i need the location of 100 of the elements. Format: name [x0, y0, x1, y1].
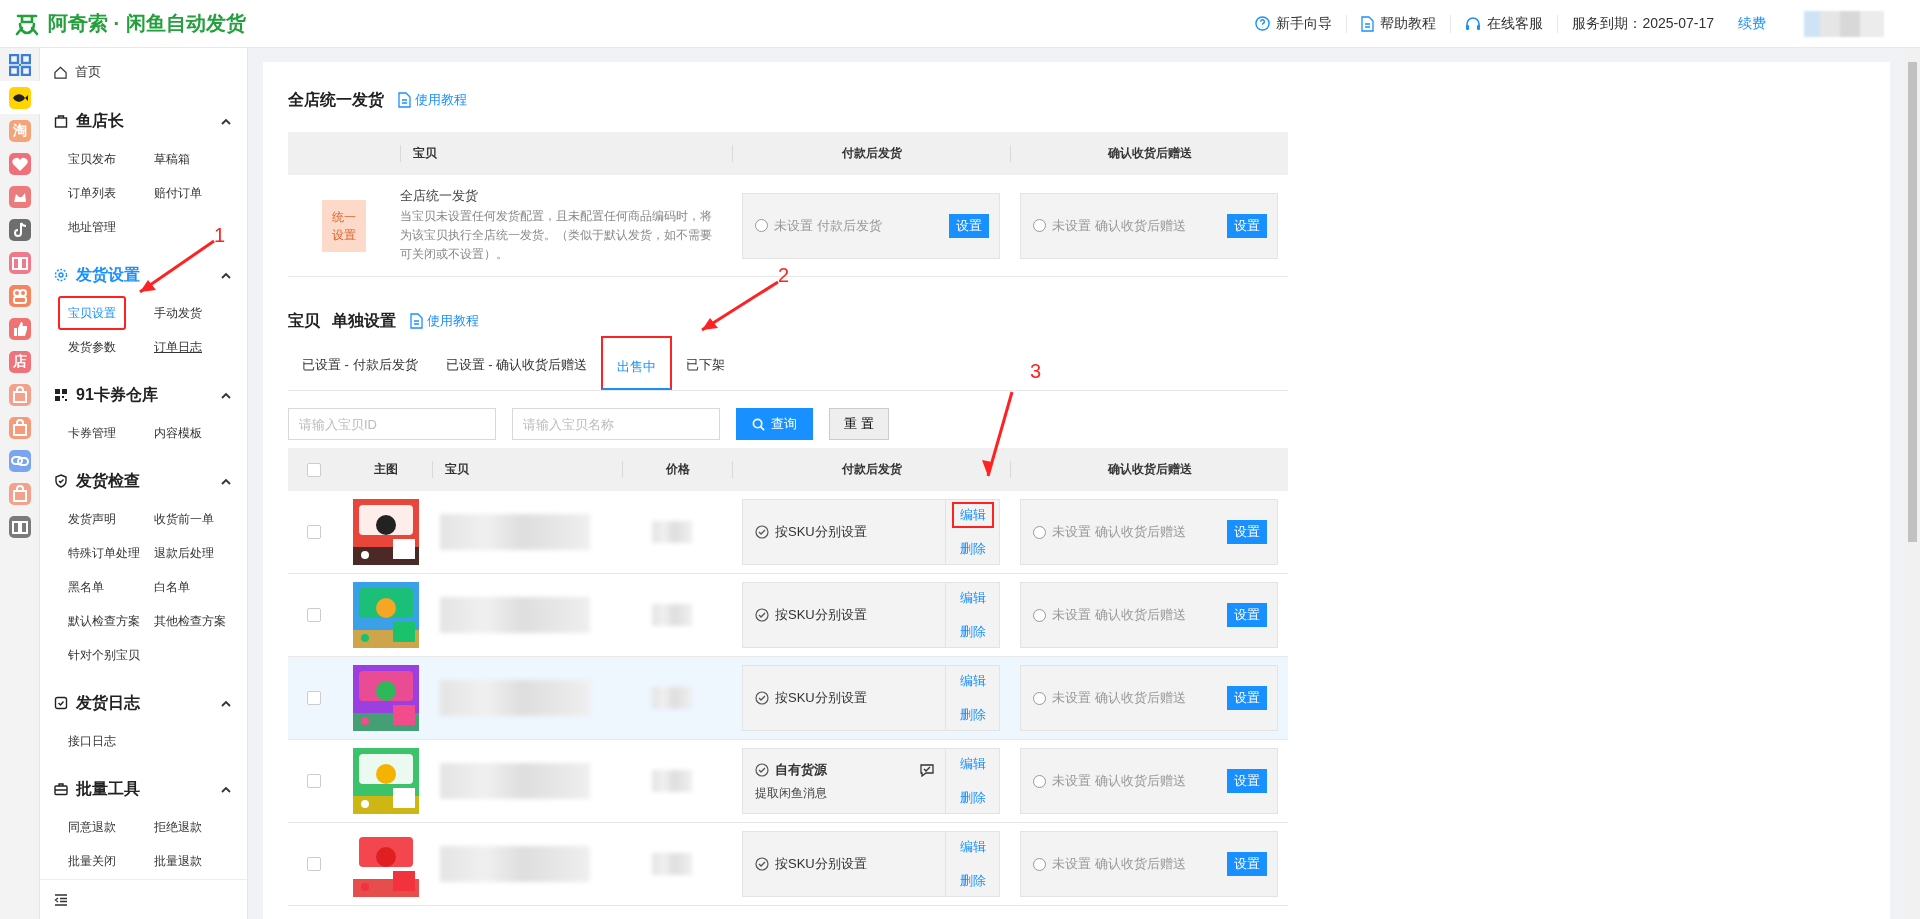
- menu-item[interactable]: 特殊订单处理: [68, 536, 140, 570]
- section-title[interactable]: 91卡券仓库: [76, 384, 213, 406]
- section-title[interactable]: 鱼店长: [76, 110, 213, 132]
- setting-status: 未设置 付款后发货: [774, 216, 882, 235]
- select-all-checkbox[interactable]: [307, 462, 321, 477]
- row-checkbox[interactable]: [307, 691, 321, 705]
- tab[interactable]: 已下架: [672, 336, 740, 390]
- menu-item[interactable]: 其他检查方案: [154, 604, 226, 638]
- menu-item[interactable]: 草稿箱: [154, 142, 190, 176]
- menu-item[interactable]: 白名单: [154, 570, 190, 604]
- column-header: 确认收货后赠送: [1010, 461, 1288, 478]
- radio-button[interactable]: [1033, 608, 1046, 622]
- collapse-chevron-icon[interactable]: [221, 785, 231, 793]
- reset-button[interactable]: 重 置: [829, 408, 889, 440]
- column-header: 价格: [622, 461, 732, 478]
- radio-button[interactable]: [1033, 691, 1046, 705]
- blurred-text: [652, 687, 692, 709]
- column-header: 付款后发货: [732, 145, 1010, 162]
- thumb-app-icon[interactable]: [8, 317, 31, 340]
- menu-item[interactable]: 发货参数: [68, 330, 116, 364]
- bag-app-icon[interactable]: [8, 416, 31, 439]
- collapse-menu-icon[interactable]: [54, 893, 68, 906]
- delivery-status: 按SKU分别设置: [775, 855, 867, 873]
- grid-icon: [54, 388, 68, 402]
- menu-item[interactable]: 针对个别宝贝: [68, 638, 140, 672]
- settings-icon: [54, 268, 68, 282]
- menu-item[interactable]: 批量退款: [154, 844, 202, 878]
- menu-item[interactable]: 退款后处理: [154, 536, 214, 570]
- setting-status: 未设置 确认收货后赠送: [1052, 855, 1186, 873]
- log-icon: [54, 696, 68, 710]
- blurred-text: [652, 853, 692, 875]
- collapse-chevron-icon[interactable]: [221, 391, 231, 399]
- bag-app-icon[interactable]: [8, 383, 31, 406]
- check-circle-icon: [755, 525, 769, 539]
- menu-item[interactable]: 卡券管理: [68, 416, 116, 450]
- bag-app-icon[interactable]: [8, 482, 31, 505]
- check-circle-icon: [755, 691, 769, 705]
- item-id-field[interactable]: 请输入宝贝ID: [288, 408, 496, 440]
- setting-status: 未设置 确认收货后赠送: [1052, 772, 1186, 790]
- menu-item[interactable]: 内容模板: [154, 416, 202, 450]
- delivery-status: 按SKU分别设置: [775, 523, 867, 541]
- collapse-chevron-icon[interactable]: [221, 477, 231, 485]
- row-checkbox[interactable]: [307, 774, 321, 788]
- grid-app-icon[interactable]: [8, 53, 31, 76]
- fish-app-icon[interactable]: [8, 86, 31, 109]
- header-link[interactable]: 帮助教程: [1347, 14, 1452, 33]
- collapse-chevron-icon[interactable]: [221, 271, 231, 279]
- menu-item[interactable]: 黑名单: [68, 570, 104, 604]
- radio-button[interactable]: [755, 219, 768, 232]
- row-checkbox[interactable]: [307, 857, 321, 871]
- collapse-chevron-icon[interactable]: [221, 699, 231, 707]
- radio-button[interactable]: [1033, 774, 1046, 788]
- radio-button[interactable]: [1033, 857, 1046, 871]
- note-app-icon[interactable]: [8, 218, 31, 241]
- row-checkbox[interactable]: [307, 525, 321, 539]
- document-icon: [1361, 15, 1375, 32]
- section-title[interactable]: 发货检查: [76, 470, 213, 492]
- header-link[interactable]: 新手向导: [1241, 14, 1348, 33]
- menu-item[interactable]: 同意退款: [68, 810, 116, 844]
- heart-app-icon[interactable]: [8, 152, 31, 175]
- menu-item[interactable]: 订单日志: [154, 330, 202, 364]
- column-header: 宝贝: [432, 461, 622, 478]
- row-checkbox[interactable]: [307, 608, 321, 622]
- setting-status: 未设置 确认收货后赠送: [1052, 689, 1186, 707]
- chat-check-icon[interactable]: [919, 762, 935, 777]
- menu-item[interactable]: 拒绝退款: [154, 810, 202, 844]
- setting-status: 未设置 确认收货后赠送: [1052, 216, 1186, 235]
- menu-item[interactable]: 赔付订单: [154, 176, 202, 210]
- annotation-number: 3: [1030, 360, 1042, 383]
- menu-item[interactable]: 发货声明: [68, 502, 116, 536]
- radio-button[interactable]: [1033, 219, 1046, 232]
- header-link[interactable]: 在线客服: [1451, 14, 1559, 33]
- menu-item[interactable]: 手动发货: [154, 296, 202, 330]
- rings-app-icon[interactable]: [8, 284, 31, 307]
- annotation-number: 2: [778, 264, 790, 287]
- menu-item[interactable]: 地址管理: [68, 210, 116, 244]
- radio-button[interactable]: [1033, 525, 1046, 539]
- headset-icon: [1465, 16, 1482, 31]
- scrollbar-thumb[interactable]: [1908, 62, 1917, 542]
- menu-item[interactable]: 收货前一单: [154, 502, 214, 536]
- item-name-field[interactable]: 请输入宝贝名称: [512, 408, 720, 440]
- menu-item[interactable]: 批量关闭: [68, 844, 116, 878]
- search-icon: [752, 417, 765, 431]
- section-heading: 全店统一发货: [288, 89, 384, 111]
- delivery-status: 自有货源: [775, 760, 827, 779]
- home-link[interactable]: 首页: [54, 54, 247, 90]
- menu-item[interactable]: 宝贝发布: [68, 142, 116, 176]
- section-title[interactable]: 批量工具: [76, 778, 213, 800]
- link-app-icon[interactable]: [8, 449, 31, 472]
- check-circle-icon: [755, 857, 769, 871]
- toolbox-icon: [54, 782, 68, 796]
- menu-item[interactable]: 默认检查方案: [68, 604, 140, 638]
- menu-item[interactable]: 订单列表: [68, 176, 116, 210]
- setting-status: 未设置 确认收货后赠送: [1052, 606, 1186, 624]
- menu-item[interactable]: 接口日志: [68, 724, 116, 758]
- tab[interactable]: 已设置 - 确认收货后赠送: [431, 336, 602, 390]
- section-title[interactable]: 发货日志: [76, 692, 213, 714]
- collapse-chevron-icon[interactable]: [221, 117, 231, 125]
- delivery-status: 按SKU分别设置: [775, 689, 867, 707]
- tab[interactable]: 已设置 - 付款后发货: [288, 336, 432, 390]
